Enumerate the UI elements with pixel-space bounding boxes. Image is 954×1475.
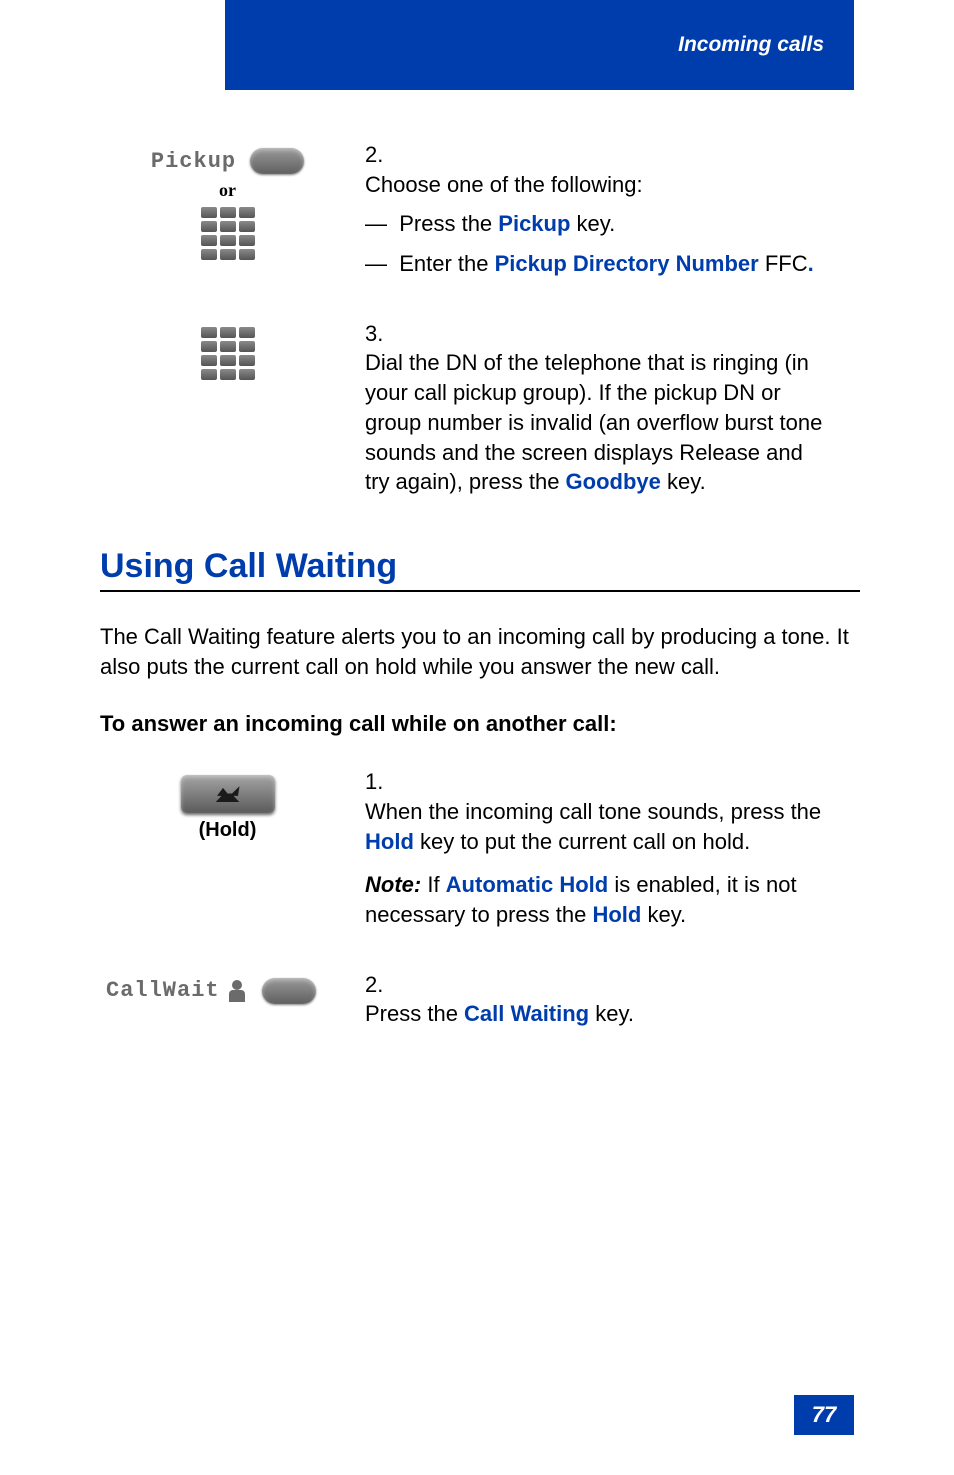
softkey-button-icon: [262, 978, 316, 1004]
step-number: 2.: [365, 140, 393, 170]
step-2-row: Pickup or 2. Choose one of the following…: [100, 140, 860, 279]
cw-step-1-row: (Hold) 1. When the incoming call tone so…: [100, 767, 860, 929]
cw2-pre: Press the: [365, 1001, 464, 1026]
step-number: 1.: [365, 767, 393, 797]
procedure-lead: To answer an incoming call while on anot…: [100, 711, 860, 737]
cw1-pre: When the incoming call tone sounds, pres…: [365, 799, 821, 824]
softkey-button-icon: [250, 148, 304, 174]
or-label: or: [100, 180, 355, 201]
step2-optB-dot: .: [808, 251, 814, 276]
hold-button-icon: [181, 775, 275, 813]
auto-hold-ref: Automatic Hold: [446, 872, 609, 897]
handset-glyph-icon: [213, 786, 243, 802]
step-3-row: 3. Dial the DN of the telephone that is …: [100, 319, 860, 497]
callwait-softkey-label: CallWait: [106, 978, 220, 1003]
cw1-mid: key to put the current call on hold.: [414, 829, 750, 854]
heading-rule: [100, 590, 860, 592]
cw2-post: key.: [589, 1001, 634, 1026]
keypad-icon: [201, 327, 255, 380]
section-heading: Using Call Waiting: [100, 547, 860, 586]
cw1-note-post: key.: [641, 902, 686, 927]
note-label: Note:: [365, 872, 421, 897]
section-intro: The Call Waiting feature alerts you to a…: [100, 622, 860, 681]
pickup-dir-num-ref: Pickup Directory Number: [495, 251, 759, 276]
step-number: 2.: [365, 970, 393, 1000]
cw1-note-pre: If: [421, 872, 445, 897]
hold-key-ref-2: Hold: [592, 902, 641, 927]
step2-optA-post: key.: [570, 211, 615, 236]
cw-step-2-row: CallWait 2. Press the Call Waiting key.: [100, 970, 860, 1029]
page-number: 77: [794, 1395, 854, 1435]
pickup-softkey-label: Pickup: [151, 149, 236, 174]
step2-optA-pre: Press the: [399, 211, 498, 236]
pickup-key-ref: Pickup: [498, 211, 570, 236]
hold-key-ref: Hold: [365, 829, 414, 854]
page-header: Incoming calls: [225, 0, 854, 90]
goodbye-key-ref: Goodbye: [566, 469, 661, 494]
header-title: Incoming calls: [678, 33, 824, 57]
step2-lead: Choose one of the following:: [365, 172, 643, 197]
step2-optB-pre: Enter the: [399, 251, 494, 276]
step-number: 3.: [365, 319, 393, 349]
hold-caption: (Hold): [100, 819, 355, 842]
keypad-icon: [201, 207, 255, 260]
step2-optB-post: FFC: [759, 251, 808, 276]
step3-body-post: key.: [661, 469, 706, 494]
page-number-value: 77: [812, 1402, 836, 1428]
call-waiting-key-ref: Call Waiting: [464, 1001, 589, 1026]
person-icon: [228, 980, 246, 1002]
